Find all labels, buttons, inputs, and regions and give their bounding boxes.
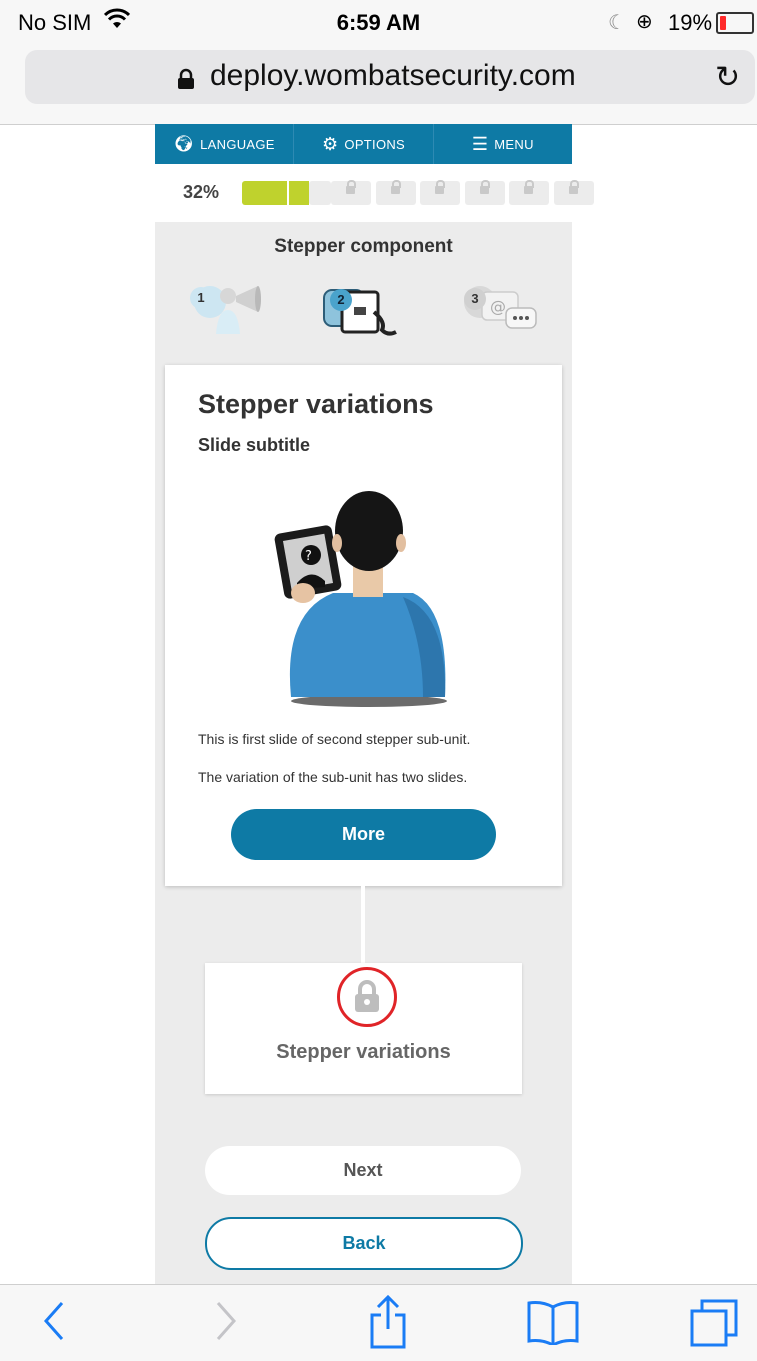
lock-highlight-ring [337, 967, 397, 1027]
moon-icon: ☾ [608, 12, 626, 34]
slide-title: Stepper variations [198, 389, 434, 419]
status-bar: 6:59 AM No SIM ☾ ⊕ 19% [0, 0, 757, 46]
progress-segment [420, 180, 460, 205]
orientation-lock-icon: ⊕ [636, 11, 653, 33]
more-button[interactable]: More [231, 809, 496, 860]
options-button[interactable]: ⚙ OPTIONS [294, 124, 434, 164]
globe-icon: 🌍︎ [173, 136, 195, 153]
bookmarks-icon[interactable] [526, 1299, 580, 1345]
tabs-icon[interactable] [690, 1299, 740, 1347]
gear-icon: ⚙ [321, 133, 339, 154]
step-1-number: 1 [190, 287, 212, 309]
menu-button[interactable]: ☰ MENU [434, 124, 572, 164]
stepper-title: Stepper component [274, 236, 453, 257]
reload-icon[interactable]: ↻ [715, 60, 740, 95]
segment-lock-icon [435, 180, 445, 194]
segment-lock-icon [479, 180, 490, 194]
language-label: LANGUAGE [200, 136, 275, 152]
top-nav: 🌍︎ LANGUAGE ⚙ OPTIONS ☰ MENU [155, 124, 572, 164]
progress-segment [553, 180, 594, 205]
progress-segment [288, 181, 309, 205]
back-arrow-icon[interactable] [42, 1299, 68, 1343]
svg-text:?: ? [305, 549, 312, 564]
segment-lock-icon [524, 180, 534, 194]
person-with-tablet-illustration: ? [274, 491, 447, 707]
progress-segment [375, 180, 416, 205]
wifi-icon [104, 8, 130, 28]
step-1-button[interactable]: 1 [188, 282, 268, 336]
slide-paragraph-1: This is first slide of second stepper su… [198, 731, 471, 747]
progress-segment-partial [308, 181, 331, 205]
segment-lock-icon [390, 180, 401, 194]
segment-lock-icon [346, 180, 356, 194]
progress-segment [464, 180, 505, 205]
options-label: OPTIONS [344, 136, 406, 152]
tablet-icon [323, 289, 397, 336]
slide-paragraph-2: The variation of the sub-unit has two sl… [198, 769, 468, 785]
padlock-icon [355, 980, 379, 1012]
progress-segment [331, 180, 371, 205]
svg-text:@: @ [490, 297, 506, 316]
slide-card: Stepper variations Slide subtitle ? This… [165, 365, 562, 886]
progress-segment [242, 181, 287, 205]
lock-icon [178, 68, 194, 89]
stepper-connector [361, 886, 365, 964]
step-3-button[interactable]: @ 3 [460, 282, 540, 336]
language-button[interactable]: 🌍︎ LANGUAGE [155, 124, 295, 164]
browser-chrome: deploy.wombatsecurity.com ↻ [0, 46, 757, 125]
share-icon[interactable] [368, 1295, 408, 1349]
step-2-button[interactable]: 2 [320, 282, 400, 336]
forward-arrow-icon[interactable] [212, 1299, 238, 1343]
hamburger-icon: ☰ [471, 133, 489, 154]
step-2-number: 2 [330, 289, 352, 311]
status-carrier: No SIM [18, 10, 92, 35]
progress-percent: 32% [183, 182, 220, 202]
next-button[interactable]: Next [205, 1146, 521, 1195]
menu-label: MENU [494, 136, 534, 152]
battery-percent: 19% [668, 10, 713, 35]
locked-step-label: Stepper variations [276, 1041, 451, 1063]
progress-bar: 32% [155, 164, 594, 222]
url-text[interactable]: deploy.wombatsecurity.com [210, 59, 576, 93]
slide-subtitle: Slide subtitle [198, 435, 311, 455]
segment-lock-icon [568, 180, 579, 194]
locked-step-card[interactable]: Stepper variations [205, 963, 522, 1094]
step-3-number: 3 [464, 288, 486, 310]
back-button[interactable]: Back [205, 1217, 523, 1270]
address-bar[interactable]: deploy.wombatsecurity.com ↻ [25, 50, 755, 104]
progress-segment [509, 180, 549, 205]
battery-icon [716, 12, 754, 34]
battery-level [720, 16, 726, 30]
browser-toolbar [0, 1284, 757, 1361]
